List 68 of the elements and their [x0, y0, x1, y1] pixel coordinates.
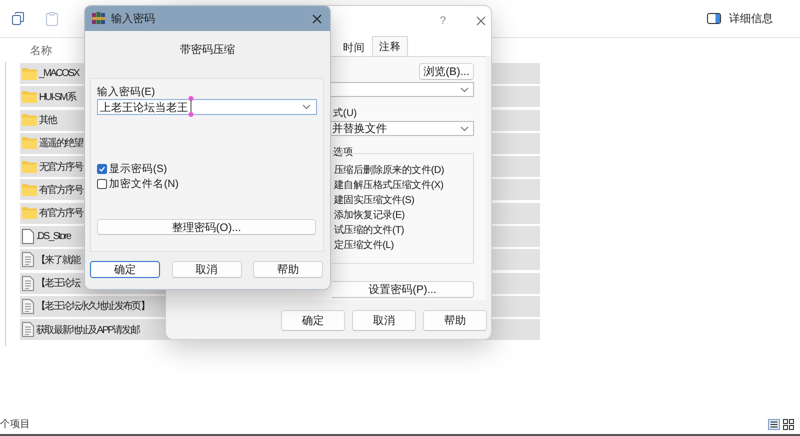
details-pane-icon — [707, 13, 721, 24]
status-text: 个项目 — [0, 418, 30, 431]
tab[interactable]: 时间 — [336, 38, 372, 56]
checkbox-label[interactable]: 加密文件名(N) — [109, 176, 179, 190]
folder-icon — [22, 137, 37, 150]
dialog-button[interactable]: 确定 — [90, 261, 160, 278]
tab[interactable]: 注释 — [372, 36, 408, 56]
close-icon[interactable] — [312, 14, 322, 24]
column-header[interactable]: 名称 — [30, 42, 52, 58]
window-title: 输入密码 — [111, 12, 155, 26]
file-name: 【老王论坛永久地址发布页】 — [36, 300, 150, 314]
folder-icon — [22, 68, 37, 80]
folder-icon — [22, 160, 37, 173]
chevron-down-icon — [302, 104, 311, 110]
folder-icon — [22, 207, 37, 220]
list-view-icon[interactable] — [768, 418, 780, 430]
file-name: 获取最新地址及APP请发邮 — [36, 324, 140, 337]
checkbox[interactable] — [97, 178, 107, 188]
checkbox[interactable] — [97, 164, 107, 174]
mode-dropdown[interactable]: 并替换文件 — [330, 121, 474, 136]
chevron-down-icon — [460, 86, 469, 92]
chevron-down-icon — [460, 126, 469, 132]
folder-icon — [22, 184, 37, 196]
set-password-button[interactable]: 设置密码(P)... — [332, 281, 474, 298]
copy-icon[interactable] — [12, 12, 24, 25]
dialog-button[interactable]: 帮助 — [253, 261, 323, 278]
text-file-icon — [22, 298, 34, 314]
text-file-icon — [22, 322, 34, 338]
help-title-button[interactable]: ? — [440, 15, 446, 27]
option-label: 定压缩文件(L) — [333, 238, 395, 252]
dialog-button[interactable]: 取消 — [172, 261, 242, 278]
archive-name-field[interactable] — [330, 82, 474, 97]
dialog-button[interactable]: 确定 — [281, 310, 345, 331]
file-name: 有官方序号 — [39, 184, 83, 197]
field-label: 输入密码(E) — [97, 85, 156, 98]
option-label: 建自解压格式压缩文件(X) — [333, 178, 444, 192]
option-label: 添加恢复记录(E) — [333, 208, 406, 222]
option-label: 压缩后删除原来的文件(D) — [333, 164, 445, 177]
file-name: 【老王论坛 — [36, 276, 80, 290]
close-icon[interactable] — [476, 16, 486, 26]
dialog-button[interactable]: 帮助 — [423, 310, 487, 331]
file-name: 【来了就能 — [36, 254, 80, 267]
folder-icon — [22, 90, 37, 103]
browse-button[interactable]: 浏览(B)... — [419, 63, 474, 80]
file-name: 有官方序号 — [39, 206, 83, 220]
dialog-heading: 带密码压缩 — [180, 44, 235, 56]
mode-label: 式(U) — [332, 106, 358, 120]
text-file-icon — [22, 276, 34, 291]
archive-books-icon — [92, 12, 105, 25]
file-name: 遥遥的绝望 — [39, 136, 83, 150]
file-name: 其他 — [39, 114, 56, 128]
dialog-button[interactable]: 取消 — [352, 310, 416, 331]
file-name: 无官方序号 — [39, 160, 83, 174]
text-cursor-icon — [188, 96, 194, 117]
file-icon — [22, 229, 34, 244]
tiles-view-icon[interactable] — [783, 418, 794, 430]
text-file-icon — [22, 252, 34, 268]
clipboard-icon[interactable] — [46, 12, 58, 26]
details-button[interactable]: 详细信息 — [707, 11, 773, 26]
file-name: _MACOSX — [39, 68, 79, 79]
organize-passwords-button[interactable]: 整理密码(O)... — [97, 219, 316, 235]
option-label: 建固实压缩文件(S) — [333, 194, 416, 207]
password-field[interactable]: 上老王论坛当老王 — [97, 99, 317, 115]
file-name: HUI-SM系 — [39, 90, 76, 104]
file-name: .DS_Store — [36, 231, 70, 242]
folder-icon — [22, 114, 37, 126]
checkbox-label[interactable]: 显示密码(S) — [109, 162, 167, 176]
option-label: 试压缩的文件(T) — [333, 224, 406, 237]
